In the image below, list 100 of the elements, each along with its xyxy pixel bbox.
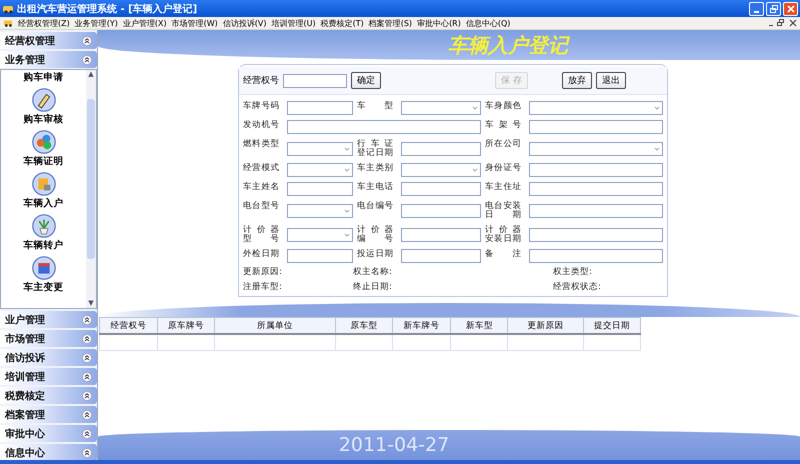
info-label: 更新原因: (243, 266, 283, 278)
menu-item[interactable]: 培训管理(U) (271, 18, 316, 28)
table-cell (450, 334, 508, 350)
sidebar-item[interactable]: 车主变更 (24, 256, 64, 294)
input-field[interactable] (401, 228, 481, 242)
menu-item[interactable]: 税费核定(T) (320, 18, 364, 28)
field-label: 车主住址 (485, 183, 522, 192)
sidebar-item[interactable]: 购车申请 (24, 71, 64, 84)
sidebar-group-header[interactable]: 市场管理 (0, 330, 97, 347)
dropdown-field[interactable] (401, 101, 481, 115)
minimize-button[interactable] (749, 2, 764, 16)
input-field[interactable] (529, 204, 663, 218)
input-field[interactable] (287, 249, 353, 263)
group-title: 档案管理 (5, 408, 45, 422)
field-label: 发动机号 (243, 121, 280, 130)
collapse-icon (82, 428, 92, 438)
sidebar-item[interactable]: 购车审核 (24, 88, 64, 126)
sidebar-group-header[interactable]: 业务管理 (0, 51, 97, 68)
input-field[interactable] (287, 120, 481, 134)
sidebar-group-header[interactable]: 税费核定 (0, 387, 97, 404)
window-title: 出租汽车营运管理系统 - [车辆入户登记] (17, 2, 198, 16)
dropdown-field[interactable] (529, 101, 663, 115)
sidebar-group-header[interactable]: 经营权管理 (0, 32, 97, 49)
group-title: 税费核定 (5, 389, 45, 402)
sidebar-item[interactable]: 车辆证明 (24, 130, 64, 168)
input-field[interactable] (529, 163, 663, 177)
column-header[interactable]: 新车牌号 (392, 318, 451, 334)
column-header[interactable]: 提交日期 (583, 318, 640, 334)
sidebar-item[interactable]: 车辆入户 (24, 172, 64, 210)
input-field[interactable] (529, 228, 663, 242)
field-label: 所在公司 (485, 140, 522, 149)
pen-icon (32, 88, 56, 112)
menu-item[interactable]: 信息中心(Q) (466, 18, 510, 28)
input-field[interactable] (529, 249, 663, 263)
form-button[interactable]: 确定 (351, 72, 381, 89)
sidebar-group-header[interactable]: 信息中心 (0, 444, 97, 461)
column-header[interactable]: 所属单位 (214, 318, 336, 334)
folder-icon (32, 172, 56, 196)
input-field[interactable] (401, 182, 481, 196)
input-field[interactable] (529, 120, 663, 134)
collapse-icon (82, 36, 92, 46)
menu-item[interactable]: 市场管理(W) (172, 18, 218, 28)
collapse-icon (82, 448, 92, 458)
column-header[interactable]: 更新原因 (508, 318, 584, 334)
field-label: 车主姓名 (243, 183, 280, 192)
dropdown-field[interactable] (529, 142, 663, 156)
collapse-icon (82, 410, 92, 420)
info-label: 权主类型: (553, 266, 592, 278)
field-label: 经营模式 (243, 164, 280, 173)
dropdown-field[interactable] (401, 163, 481, 177)
sidebar-group-header[interactable]: 培训管理 (0, 368, 97, 385)
field-label: 车身颜色 (485, 102, 522, 111)
field-label: 车 型 (357, 102, 394, 111)
sidebar-group-header[interactable]: 档案管理 (0, 406, 97, 423)
field-label: 电台型号 (243, 202, 280, 211)
input-field[interactable] (529, 182, 663, 196)
field-label: 日 期 (485, 211, 522, 220)
column-header[interactable]: 新车型 (450, 318, 508, 334)
sidebar-group-header[interactable]: 业户管理 (0, 311, 97, 328)
license-number-field[interactable] (283, 74, 347, 88)
sidebar-group-header[interactable]: 审批中心 (0, 425, 97, 442)
group-title: 审批中心 (5, 427, 45, 440)
restore-button[interactable] (766, 2, 781, 16)
column-header[interactable]: 原车牌号 (158, 318, 215, 334)
column-header[interactable]: 原车型 (335, 318, 393, 334)
input-field[interactable] (287, 101, 353, 115)
info-label: 注册车型: (243, 281, 283, 293)
dropdown-field[interactable] (287, 142, 353, 156)
menu-item[interactable]: 业户管理(X) (122, 18, 167, 28)
table-cell (392, 334, 451, 350)
group-title: 信息中心 (5, 446, 45, 460)
sidebar-item[interactable]: 车辆转户 (24, 214, 64, 252)
menu-item[interactable]: 经营权管理(Z) (18, 18, 70, 28)
menu-item[interactable]: 业务管理(Y) (74, 18, 118, 28)
table-cell (100, 334, 158, 350)
sidebar-group-header[interactable]: 信访投诉 (0, 349, 97, 366)
close-icon[interactable] (789, 19, 797, 27)
table-cell (583, 334, 640, 350)
menu-item[interactable]: 档案管理(S) (368, 18, 412, 28)
field-label: 燃料类型 (243, 140, 280, 149)
input-field[interactable] (401, 204, 481, 218)
input-field[interactable] (401, 249, 481, 263)
form-button[interactable]: 放弃 (562, 72, 592, 89)
field-label: 行 车 证 (357, 140, 394, 149)
menu-item[interactable]: 审批中心(R) (417, 18, 461, 28)
close-button[interactable] (783, 2, 798, 16)
dropdown-field[interactable] (287, 228, 353, 242)
group-title: 市场管理 (5, 332, 45, 346)
field-label: 计 价 器 (243, 226, 280, 235)
input-field[interactable] (401, 142, 481, 156)
field-label: 备 注 (485, 250, 522, 259)
dropdown-field[interactable] (287, 204, 353, 218)
dropdown-field[interactable] (287, 163, 353, 177)
group-title: 业户管理 (5, 313, 45, 326)
column-header[interactable]: 经营权号 (100, 318, 158, 334)
form-button[interactable]: 退出 (596, 72, 626, 89)
input-field[interactable] (287, 182, 353, 196)
field-label: 登记日期 (357, 149, 394, 158)
field-label: 计 价 器 (357, 226, 394, 235)
menu-item[interactable]: 信访投诉(V) (222, 18, 266, 28)
